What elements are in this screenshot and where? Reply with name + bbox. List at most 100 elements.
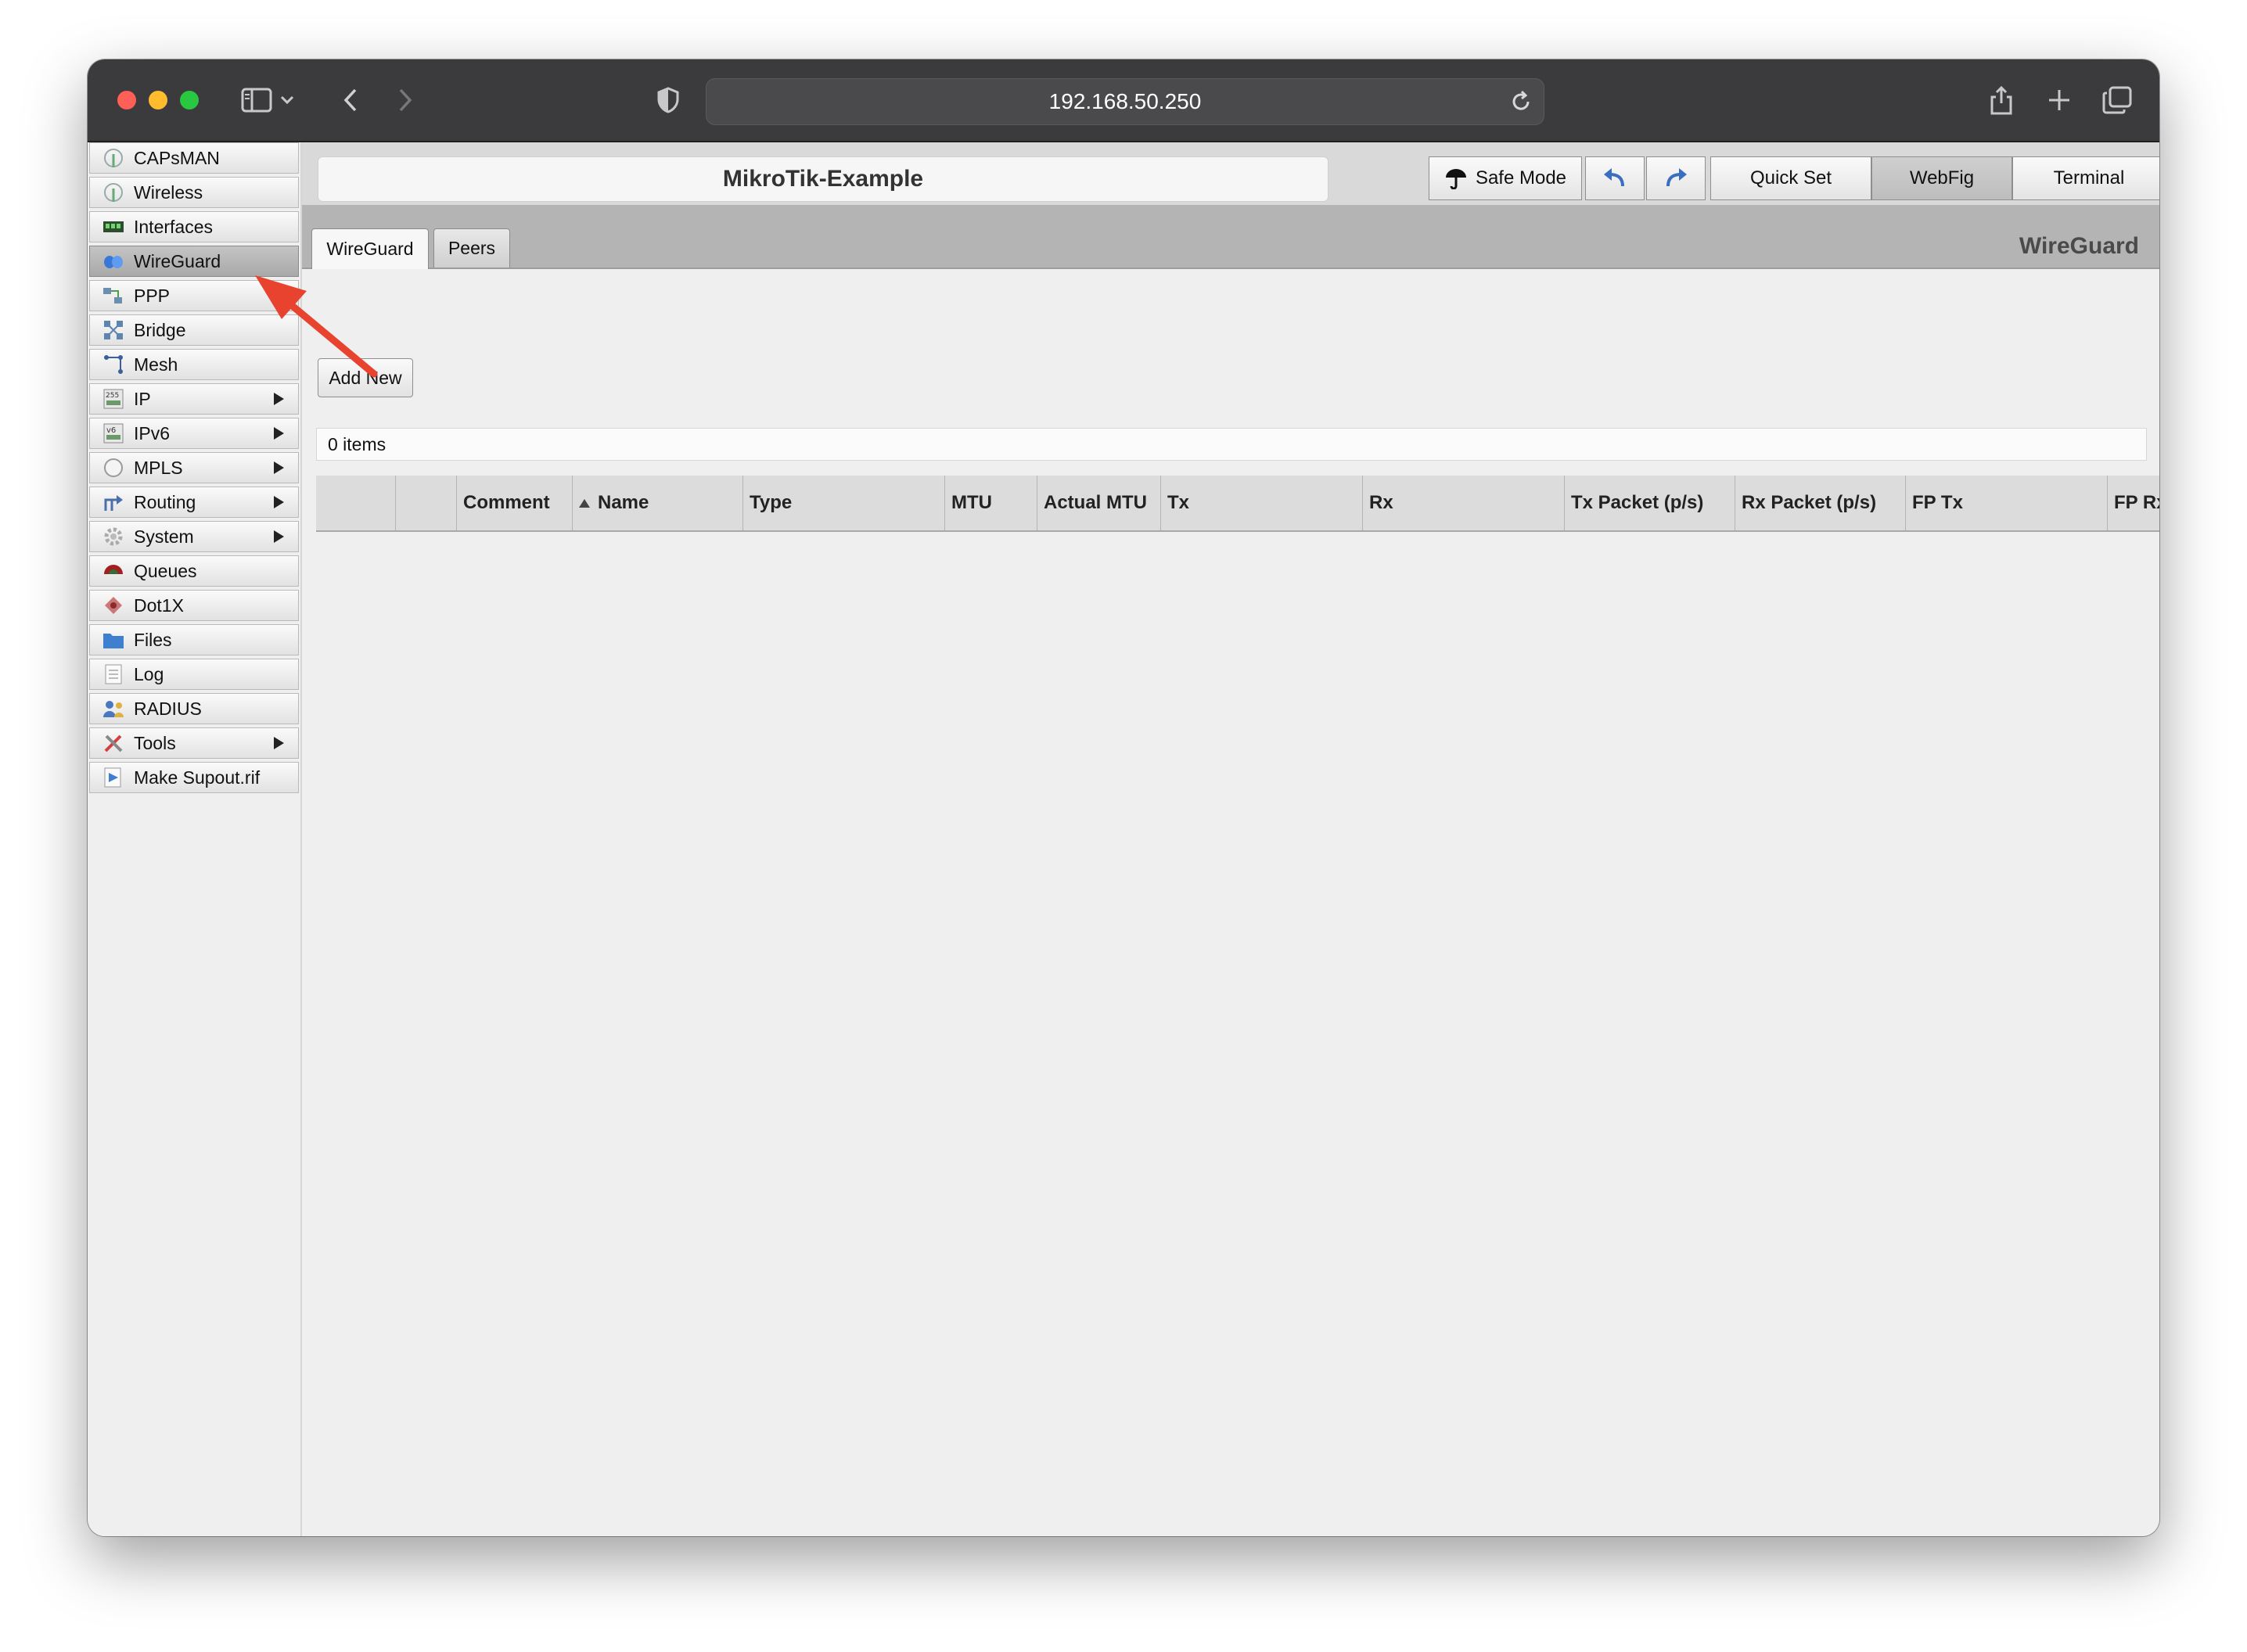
tab-strip <box>302 205 2159 269</box>
sidebar-item-label: Queues <box>134 560 197 581</box>
zoom-window-button[interactable] <box>180 91 199 110</box>
column-header-tx[interactable]: Tx <box>1161 476 1363 530</box>
svg-text:255: 255 <box>106 392 119 400</box>
sidebar-item-label: CAPsMAN <box>134 147 220 168</box>
address-bar[interactable]: 192.168.50.250 <box>706 78 1544 125</box>
privacy-shield-icon[interactable] <box>648 80 688 120</box>
undo-icon <box>1602 167 1627 189</box>
reload-icon[interactable] <box>1508 88 1534 115</box>
folder-icon <box>102 630 124 650</box>
mpls-icon <box>102 458 124 478</box>
sidebar-item-label: Files <box>134 629 172 650</box>
sidebar-item-routing[interactable]: Routing <box>89 487 299 518</box>
tab-wireguard[interactable]: WireGuard <box>311 228 429 269</box>
sidebar-item-mpls[interactable]: MPLS <box>89 452 299 483</box>
forward-icon[interactable] <box>385 80 426 120</box>
redo-button[interactable] <box>1646 156 1706 200</box>
sidebar-menu: CAPsMAN Wireless Interfaces WireGuard PP… <box>88 142 302 1536</box>
sidebar-item-label: IP <box>134 388 151 409</box>
sidebar-item-files[interactable]: Files <box>89 624 299 655</box>
router-identity: MikroTik-Example <box>318 156 1328 202</box>
redo-icon <box>1663 167 1688 189</box>
column-header-rx[interactable]: Rx <box>1363 476 1565 530</box>
sidebar-toggle-icon[interactable] <box>236 80 277 120</box>
sidebar-item-label: Wireless <box>134 181 203 203</box>
dot1x-icon <box>102 595 124 616</box>
antenna-icon <box>102 182 124 203</box>
column-header-type[interactable]: Type <box>743 476 945 530</box>
sidebar-item-dot1x[interactable]: Dot1X <box>89 590 299 621</box>
column-header-fp-rx[interactable]: FP Rx <box>2108 476 2159 530</box>
items-count: 0 items <box>328 433 386 454</box>
interface-card-icon <box>102 217 124 237</box>
log-icon <box>102 664 124 684</box>
mesh-icon <box>102 354 124 375</box>
radius-users-icon <box>102 699 124 719</box>
sidebar-item-log[interactable]: Log <box>89 659 299 690</box>
column-header-mtu[interactable]: MTU <box>945 476 1037 530</box>
column-header-actual-mtu[interactable]: Actual MTU <box>1037 476 1161 530</box>
submenu-arrow-icon <box>274 530 284 543</box>
column-header-name[interactable]: Name <box>573 476 743 530</box>
browser-window: 192.168.50.250 CAPsMAN Wireless Interfac… <box>88 59 2159 1536</box>
share-icon[interactable] <box>1981 80 2022 120</box>
sidebar-item-system[interactable]: System <box>89 521 299 552</box>
umbrella-icon <box>1444 167 1468 189</box>
sidebar-item-label: Routing <box>134 491 196 512</box>
top-bar: MikroTik-Example Safe Mode Quick Set Web… <box>302 142 2159 205</box>
quick-set-button[interactable]: Quick Set <box>1710 156 1871 200</box>
sidebar-item-interfaces[interactable]: Interfaces <box>89 211 299 242</box>
table-header: Comment Name Type MTU Actual MTU Tx Rx T… <box>316 476 2159 532</box>
back-icon[interactable] <box>330 80 371 120</box>
undo-button[interactable] <box>1585 156 1645 200</box>
sidebar-item-wireguard[interactable]: WireGuard <box>89 246 299 277</box>
sidebar-item-label: Interfaces <box>134 216 213 237</box>
column-header-comment[interactable]: Comment <box>457 476 573 530</box>
sidebar-item-capsman[interactable]: CAPsMAN <box>89 142 299 174</box>
sidebar-item-bridge[interactable]: Bridge <box>89 314 299 346</box>
close-window-button[interactable] <box>117 91 136 110</box>
tab-peers[interactable]: Peers <box>433 228 510 268</box>
sidebar-item-mesh[interactable]: Mesh <box>89 349 299 380</box>
new-tab-plus-icon[interactable] <box>2039 80 2080 120</box>
add-new-button[interactable]: Add New <box>318 358 413 397</box>
sidebar-item-label: RADIUS <box>134 698 202 719</box>
safe-mode-button[interactable]: Safe Mode <box>1429 156 1582 200</box>
sidebar-item-label: Make Supout.rif <box>134 767 261 788</box>
submenu-arrow-icon <box>274 496 284 508</box>
chevron-down-icon[interactable] <box>275 80 299 120</box>
minimize-window-button[interactable] <box>149 91 167 110</box>
sidebar-item-queues[interactable]: Queues <box>89 555 299 587</box>
sidebar-item-ppp[interactable]: PPP <box>89 280 299 311</box>
sidebar-item-label: Bridge <box>134 319 186 340</box>
sidebar-item-ipv6[interactable]: v6 IPv6 <box>89 418 299 449</box>
url-text: 192.168.50.250 <box>1048 89 1202 113</box>
sidebar-item-ip[interactable]: 255 IP <box>89 383 299 415</box>
column-header-tx-packet[interactable]: Tx Packet (p/s) <box>1565 476 1735 530</box>
tab-overview-icon[interactable] <box>2097 80 2137 120</box>
column-header-name-label: Name <box>598 492 649 513</box>
bridge-icon <box>102 320 124 340</box>
webfig-button[interactable]: WebFig <box>1871 156 2012 200</box>
sidebar-item-wireless[interactable]: Wireless <box>89 177 299 208</box>
sidebar-item-label: Tools <box>134 732 176 753</box>
sidebar-item-label: System <box>134 526 194 547</box>
terminal-button[interactable]: Terminal <box>2012 156 2159 200</box>
column-header-flags[interactable] <box>316 476 396 530</box>
queues-icon <box>102 561 124 581</box>
ppp-icon <box>102 286 124 306</box>
safe-mode-label: Safe Mode <box>1475 167 1567 189</box>
sidebar-item-radius[interactable]: RADIUS <box>89 693 299 724</box>
section-title: WireGuard <box>2019 233 2139 259</box>
sidebar-item-make-supout[interactable]: Make Supout.rif <box>89 762 299 793</box>
ip-icon: 255 <box>102 389 124 409</box>
sidebar-item-tools[interactable]: Tools <box>89 727 299 759</box>
submenu-arrow-icon <box>274 461 284 474</box>
sort-ascending-icon <box>579 498 590 508</box>
column-header-fp-tx[interactable]: FP Tx <box>1906 476 2108 530</box>
column-header-rx-packet[interactable]: Rx Packet (p/s) <box>1735 476 1906 530</box>
sidebar-item-label: Dot1X <box>134 594 184 616</box>
column-header-status[interactable] <box>396 476 457 530</box>
sidebar-item-label: Log <box>134 663 164 684</box>
submenu-arrow-icon <box>274 737 284 749</box>
